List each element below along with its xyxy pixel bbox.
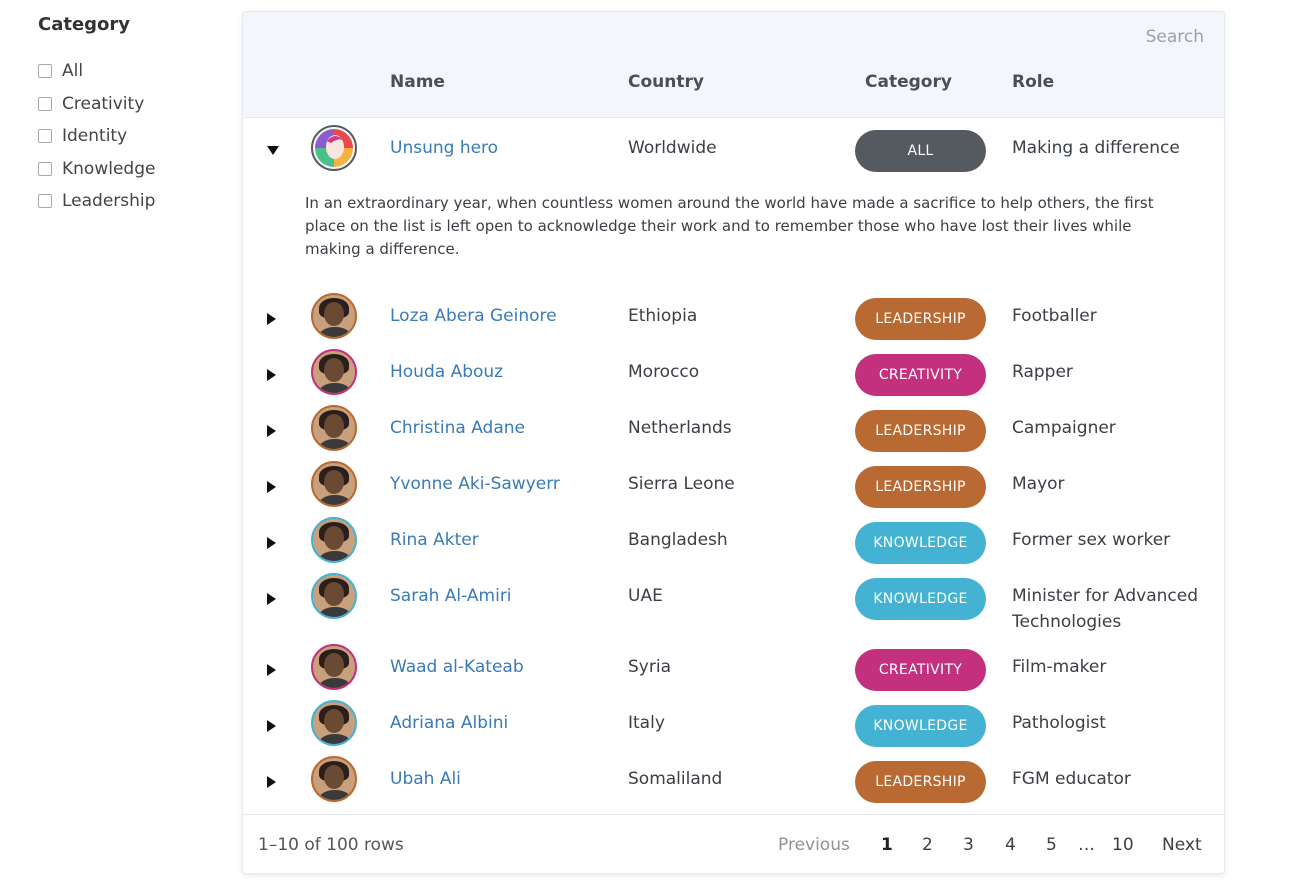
person-name-link[interactable]: Waad al-Kateab xyxy=(390,657,524,677)
data-table: Search Name Country Category Role Unsung… xyxy=(242,11,1225,874)
expand-caret-icon[interactable] xyxy=(267,776,276,788)
role-cell: Mayor xyxy=(1012,474,1065,494)
expand-caret-icon[interactable] xyxy=(267,537,276,549)
country-cell: Worldwide xyxy=(628,138,717,158)
checkbox[interactable] xyxy=(38,96,52,111)
role-cell: Pathologist xyxy=(1012,713,1106,733)
person-name-link[interactable]: Yvonne Aki-Sawyerr xyxy=(390,474,560,494)
avatar xyxy=(311,405,357,451)
category-badge[interactable]: LEADERSHIP xyxy=(855,410,986,452)
person-name-link[interactable]: Houda Abouz xyxy=(390,362,503,382)
category-badge[interactable]: CREATIVITY xyxy=(855,649,986,691)
filter-identity[interactable]: Identity xyxy=(38,120,228,153)
role-cell: Making a difference xyxy=(1012,138,1180,158)
page-button-3[interactable]: 3 xyxy=(963,835,974,855)
country-cell: Ethiopia xyxy=(628,306,698,326)
country-cell: Netherlands xyxy=(628,418,732,438)
role-cell: Footballer xyxy=(1012,306,1097,326)
checkbox[interactable] xyxy=(38,129,52,144)
previous-button[interactable]: Previous xyxy=(778,835,850,855)
search-input[interactable]: Search xyxy=(1146,27,1204,47)
column-header-role[interactable]: Role xyxy=(1012,72,1054,92)
filter-label: Knowledge xyxy=(62,158,156,179)
person-name-link[interactable]: Ubah Ali xyxy=(390,769,461,789)
avatar xyxy=(311,644,357,690)
role-cell: FGM educator xyxy=(1012,769,1131,789)
page-button-5[interactable]: 5 xyxy=(1046,835,1057,855)
page-ellipsis: … xyxy=(1078,835,1095,855)
next-button[interactable]: Next xyxy=(1162,835,1202,855)
page-button-1[interactable]: 1 xyxy=(881,835,893,855)
column-header-name[interactable]: Name xyxy=(390,72,445,92)
avatar xyxy=(311,293,357,339)
person-name-link[interactable]: Sarah Al-Amiri xyxy=(390,586,512,606)
checkbox[interactable] xyxy=(38,161,52,176)
expand-caret-icon[interactable] xyxy=(267,425,276,437)
expand-caret-icon[interactable] xyxy=(267,593,276,605)
avatar xyxy=(311,125,357,171)
filter-knowledge[interactable]: Knowledge xyxy=(38,153,228,186)
filter-leadership[interactable]: Leadership xyxy=(38,185,228,218)
expand-caret-icon[interactable] xyxy=(267,313,276,325)
expand-caret-icon[interactable] xyxy=(267,664,276,676)
person-name-link[interactable]: Christina Adane xyxy=(390,418,525,438)
collapse-caret-icon[interactable] xyxy=(267,146,279,155)
category-badge[interactable]: LEADERSHIP xyxy=(855,761,986,803)
role-cell: Former sex worker xyxy=(1012,530,1171,550)
category-badge[interactable]: CREATIVITY xyxy=(855,354,986,396)
category-badge[interactable]: KNOWLEDGE xyxy=(855,578,986,620)
avatar xyxy=(311,573,357,619)
rows-info: 1–10 of 100 rows xyxy=(258,835,404,855)
filter-label: Creativity xyxy=(62,93,145,114)
page-button-4[interactable]: 4 xyxy=(1005,835,1016,855)
filter-creativity[interactable]: Creativity xyxy=(38,88,228,121)
page-button-10[interactable]: 10 xyxy=(1112,835,1134,855)
column-header-country[interactable]: Country xyxy=(628,72,704,92)
category-badge[interactable]: ALL xyxy=(855,130,986,172)
category-badge[interactable]: KNOWLEDGE xyxy=(855,705,986,747)
filter-all[interactable]: All xyxy=(38,55,228,88)
expand-caret-icon[interactable] xyxy=(267,720,276,732)
category-badge[interactable]: LEADERSHIP xyxy=(855,466,986,508)
filter-label: Identity xyxy=(62,126,128,147)
country-cell: Bangladesh xyxy=(628,530,728,550)
avatar xyxy=(311,756,357,802)
category-filter-panel: Category All Creativity Identity Knowled… xyxy=(38,14,228,218)
country-cell: Somaliland xyxy=(628,769,723,789)
filter-label: Leadership xyxy=(62,191,156,212)
role-cell: Rapper xyxy=(1012,362,1073,382)
expand-caret-icon[interactable] xyxy=(267,481,276,493)
country-cell: Italy xyxy=(628,713,665,733)
person-name-link[interactable]: Adriana Albini xyxy=(390,713,508,733)
row-description: In an extraordinary year, when countless… xyxy=(305,194,1154,258)
column-header-category[interactable]: Category xyxy=(865,72,952,92)
person-name-link[interactable]: Rina Akter xyxy=(390,530,479,550)
country-cell: Sierra Leone xyxy=(628,474,735,494)
filter-title: Category xyxy=(38,14,131,35)
person-name-link[interactable]: Loza Abera Geinore xyxy=(390,306,557,326)
role-cell: Minister for Advanced Technologies xyxy=(1012,586,1199,632)
filter-label: All xyxy=(62,61,84,82)
avatar xyxy=(311,700,357,746)
country-cell: Syria xyxy=(628,657,671,677)
table-footer: 1–10 of 100 rows Previous 1 2 3 4 5 … 10… xyxy=(243,814,1224,873)
role-cell: Campaigner xyxy=(1012,418,1116,438)
checkbox[interactable] xyxy=(38,194,52,209)
table-header: Search Name Country Category Role xyxy=(243,12,1224,118)
checkbox[interactable] xyxy=(38,64,52,79)
country-cell: Morocco xyxy=(628,362,700,382)
page-button-2[interactable]: 2 xyxy=(922,835,933,855)
category-badge[interactable]: LEADERSHIP xyxy=(855,298,986,340)
country-cell: UAE xyxy=(628,586,663,606)
category-badge[interactable]: KNOWLEDGE xyxy=(855,522,986,564)
avatar xyxy=(311,517,357,563)
avatar xyxy=(311,461,357,507)
role-cell: Film-maker xyxy=(1012,657,1107,677)
person-name-link[interactable]: Unsung hero xyxy=(390,138,498,158)
expand-caret-icon[interactable] xyxy=(267,369,276,381)
avatar xyxy=(311,349,357,395)
